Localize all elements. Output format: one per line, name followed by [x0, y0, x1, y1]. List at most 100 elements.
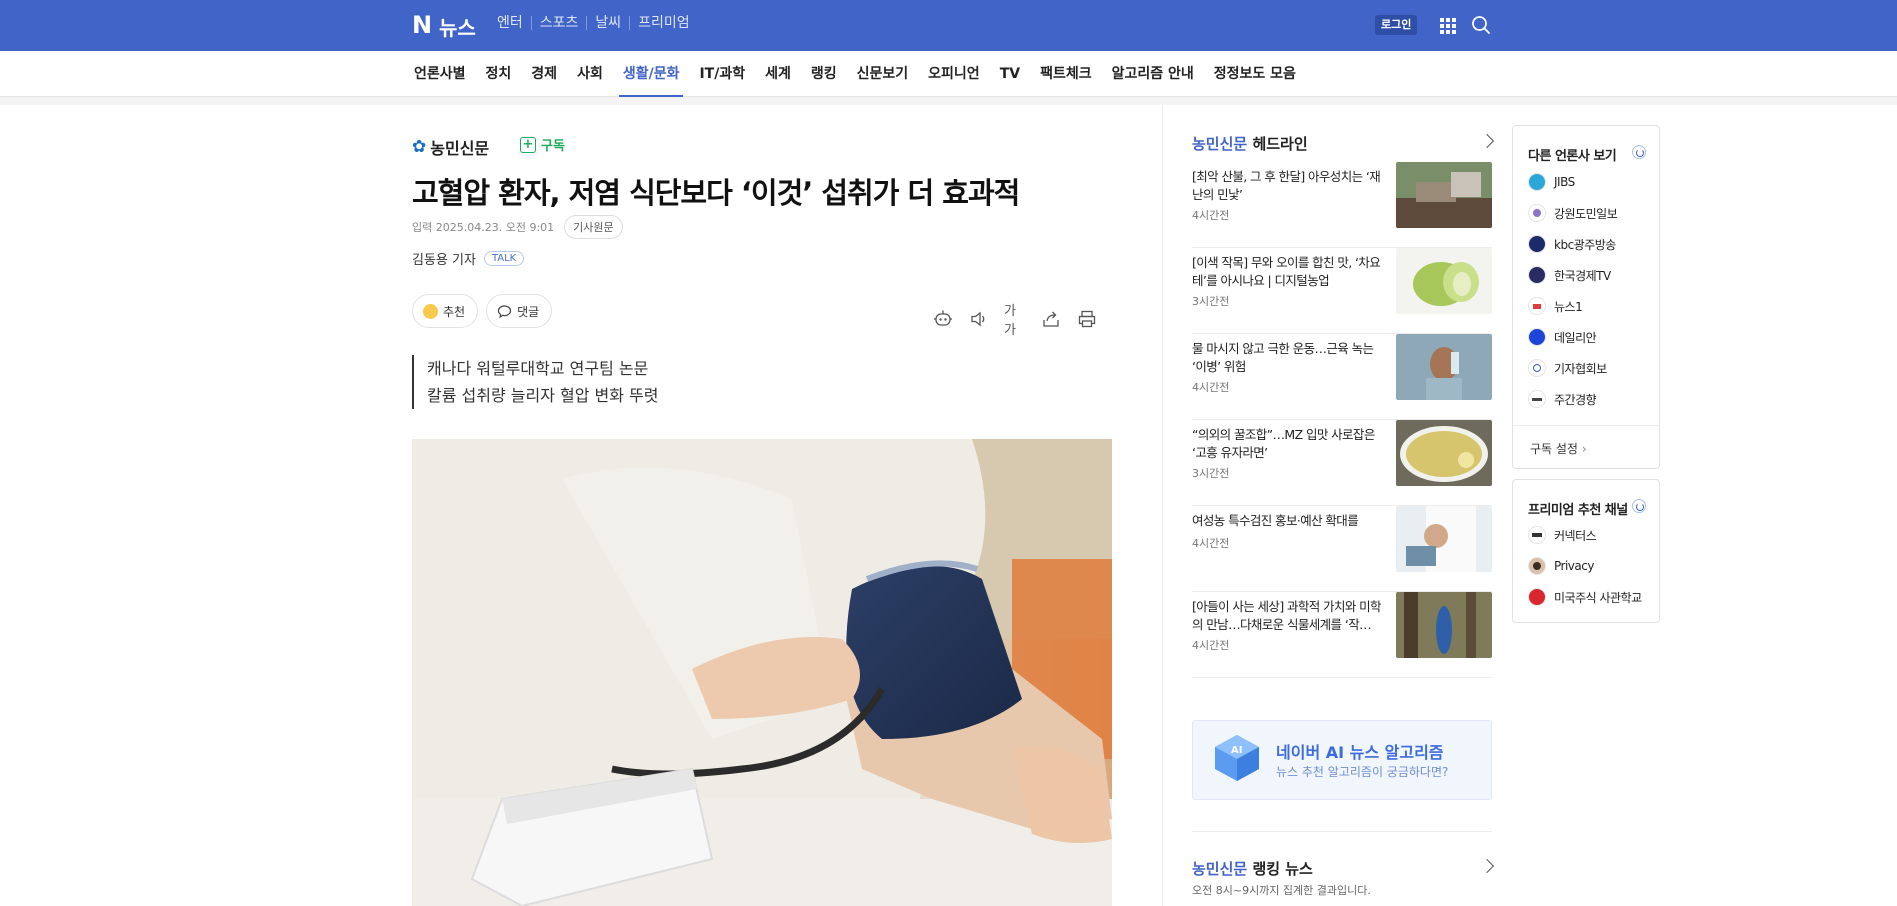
tab-ranking[interactable]: 랭킹 [811, 51, 837, 97]
headline-item[interactable]: 여성농 특수검진 홍보·예산 확대를 4시간전 [1192, 506, 1492, 592]
headline-item[interactable]: [이색 작목] 무와 오이를 합친 맛, ‘차요테’를 아시나요 | 디지털농업… [1192, 248, 1492, 334]
nav-entertain[interactable]: 엔터 [497, 16, 531, 30]
article-photo[interactable] [412, 439, 1112, 906]
headline-item[interactable]: 물 마시지 않고 극한 운동…근육 녹는 ‘이병’ 위험 4시간전 [1192, 334, 1492, 420]
chevron-right-icon: › [1581, 442, 1587, 456]
press-item[interactable]: 데일리안 [1528, 328, 1597, 346]
top-nav: 엔터 스포츠 날씨 프리미엄 [497, 16, 698, 30]
comment-icon [497, 304, 512, 318]
press-logo-icon [1528, 328, 1546, 346]
headline-thumbnail[interactable] [1396, 506, 1492, 572]
ranking-subtitle: 오전 8시~9시까지 집계한 결과입니다. [1192, 884, 1371, 897]
press-item[interactable]: JIBS [1528, 173, 1575, 191]
tab-life-culture[interactable]: 생활/문화 [618, 51, 684, 97]
press-item[interactable]: 주간경향 [1528, 390, 1597, 408]
nav-premium[interactable]: 프리미엄 [629, 16, 698, 30]
premium-channel-item[interactable]: 미국주식 사관학교 [1528, 588, 1642, 606]
tab-society[interactable]: 사회 [577, 51, 603, 97]
headline-thumbnail[interactable] [1396, 592, 1492, 658]
article-summary: 캐나다 워털루대학교 연구팀 논문 칼륨 섭취량 늘리자 혈압 변화 뚜렷 [412, 355, 659, 409]
press-logo[interactable]: ✿ 농민신문 [412, 135, 489, 159]
summary-bot-icon[interactable] [932, 308, 954, 330]
subscription-settings-label: 구독 설정 [1530, 442, 1578, 456]
login-button[interactable]: 로그인 [1375, 15, 1418, 35]
press-item[interactable]: 한국경제TV [1528, 266, 1611, 284]
tab-politics[interactable]: 정치 [486, 51, 512, 97]
headline-title[interactable]: 여성농 특수검진 홍보·예산 확대를 [1192, 512, 1386, 530]
share-icon[interactable] [1040, 308, 1062, 330]
headline-title[interactable]: [최악 산불, 그 후 한달] 아우성치는 ‘재난의 민낯’ [1192, 168, 1386, 204]
headline-item[interactable]: “의외의 꿀조합”…MZ 입맛 사로잡은 ‘고흥 유자라면’ 3시간전 [1192, 420, 1492, 506]
headline-item[interactable]: [최악 산불, 그 후 한달] 아우성치는 ‘재난의 민낯’ 4시간전 [1192, 162, 1492, 248]
press-item-label: 기자협회보 [1554, 361, 1607, 376]
headline-thumbnail[interactable] [1396, 248, 1492, 314]
tab-press[interactable]: 언론사별 [414, 51, 466, 97]
tab-newspaper[interactable]: 신문보기 [857, 51, 909, 97]
article-headline: 고혈압 환자, 저염 식단보다 ‘이것’ 섭취가 더 효과적 [412, 176, 1020, 210]
nav-sports[interactable]: 스포츠 [530, 16, 587, 30]
category-nav: 언론사별 정치 경제 사회 생활/문화 IT/과학 세계 랭킹 신문보기 오피니… [414, 51, 1316, 97]
refresh-icon[interactable] [1632, 145, 1646, 159]
refresh-icon[interactable] [1632, 499, 1646, 513]
headline-title[interactable]: [아들이 사는 세상] 과학적 가치와 미학의 만남…다채로운 식물세계를 ‘작… [1192, 598, 1386, 634]
headline-thumbnail[interactable] [1396, 420, 1492, 486]
chevron-right-icon[interactable] [1479, 858, 1495, 874]
press-item[interactable]: 기자협회보 [1528, 359, 1607, 377]
print-icon[interactable] [1076, 308, 1098, 330]
smile-icon [423, 303, 438, 319]
premium-channel-item[interactable]: Privacy [1528, 557, 1594, 575]
tab-economy[interactable]: 경제 [531, 51, 557, 97]
tab-algorithm[interactable]: 알고리즘 안내 [1112, 51, 1194, 97]
ai-banner-subtitle: 뉴스 추천 알고리즘이 궁금하다면? [1276, 765, 1449, 779]
ranking-title[interactable]: 농민신문 랭킹 뉴스 [1192, 858, 1313, 879]
recommend-button[interactable]: 추천 [412, 294, 479, 328]
speaker-icon[interactable] [968, 308, 990, 330]
channel-logo-icon [1528, 588, 1546, 606]
tab-world[interactable]: 세계 [765, 51, 791, 97]
tab-it-science[interactable]: IT/과학 [699, 51, 745, 97]
headline-thumbnail[interactable] [1396, 334, 1492, 400]
subscription-settings-link[interactable]: 구독 설정 › [1530, 440, 1587, 457]
tab-opinion[interactable]: 오피니언 [928, 51, 980, 97]
channel-label: 커넥터스 [1554, 528, 1597, 543]
summary-line: 캐나다 워털루대학교 연구팀 논문 [427, 359, 649, 378]
header-divider [0, 97, 1897, 105]
comment-button[interactable]: 댓글 [486, 294, 553, 328]
headline-title[interactable]: “의외의 꿀조합”…MZ 입맛 사로잡은 ‘고흥 유자라면’ [1192, 426, 1386, 462]
tab-factcheck[interactable]: 팩트체크 [1040, 51, 1092, 97]
channel-logo-icon [1528, 526, 1546, 544]
article-tools: 가가 [932, 300, 1098, 338]
ai-banner-title: 네이버 AI 뉴스 알고리즘 [1276, 743, 1444, 762]
nav-weather[interactable]: 날씨 [586, 16, 629, 30]
press-item[interactable]: 뉴스1 [1528, 297, 1583, 315]
naver-logo[interactable]: N [412, 13, 432, 37]
font-size-button[interactable]: 가가 [1004, 300, 1026, 338]
press-headline-title[interactable]: 농민신문 헤드라인 [1192, 133, 1308, 154]
headline-item[interactable]: [아들이 사는 세상] 과학적 가치와 미학의 만남…다채로운 식물세계를 ‘작… [1192, 592, 1492, 678]
original-article-button[interactable]: 기사원문 [564, 215, 623, 239]
headline-time: 4시간전 [1192, 639, 1230, 652]
chevron-right-icon[interactable] [1479, 133, 1495, 149]
headline-title[interactable]: [이색 작목] 무와 오이를 합친 맛, ‘차요테’를 아시나요 | 디지털농업 [1192, 254, 1386, 290]
service-grid-icon[interactable] [1440, 18, 1456, 34]
press-item[interactable]: 강원도민일보 [1528, 204, 1618, 222]
press-logo-icon [1528, 266, 1546, 284]
reporter-name[interactable]: 김동용 기자 [412, 249, 476, 268]
headline-title[interactable]: 물 마시지 않고 극한 운동…근육 녹는 ‘이병’ 위험 [1192, 340, 1386, 376]
tab-tv[interactable]: TV [1000, 51, 1020, 97]
premium-channel-item[interactable]: 커넥터스 [1528, 526, 1597, 544]
premium-panel-title: 프리미엄 추천 채널 [1528, 503, 1628, 518]
ai-cube-icon: AI [1215, 735, 1259, 781]
ai-algorithm-banner[interactable]: AI 네이버 AI 뉴스 알고리즘 뉴스 추천 알고리즘이 궁금하다면? [1192, 720, 1492, 800]
blood-pressure-photo [412, 439, 1112, 906]
tab-correction[interactable]: 정정보도 모음 [1214, 51, 1296, 97]
channel-label: Privacy [1554, 559, 1594, 573]
headline-thumbnail[interactable] [1396, 162, 1492, 228]
press-item[interactable]: kbc광주방송 [1528, 235, 1616, 253]
search-icon[interactable] [1471, 15, 1491, 35]
talk-badge[interactable]: TALK [483, 251, 525, 266]
press-item-label: 데일리안 [1554, 330, 1597, 345]
subscribe-button[interactable]: + 구독 [520, 135, 565, 154]
ranking-label: 랭킹 뉴스 [1252, 860, 1313, 878]
news-logo[interactable]: 뉴스 [439, 12, 476, 41]
